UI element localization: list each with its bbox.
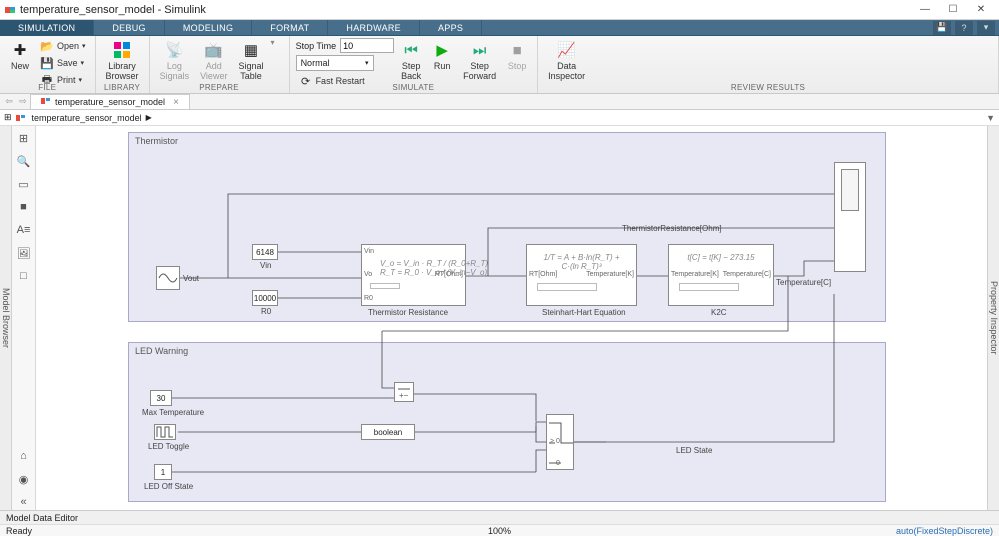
tab-apps[interactable]: APPS [420,20,482,35]
file-tab-bar: ⇦ ⇨ temperature_sensor_model × [0,94,999,110]
ribbon-collapse-icon[interactable]: ▾ [977,21,995,35]
signal-table-button[interactable]: ▦Signal Table [234,38,267,83]
zoom-icon[interactable]: 🔍 [16,153,32,169]
log-signals-icon: 📡 [164,40,184,60]
block-vin-constant[interactable]: 6148 [252,244,278,260]
model-canvas[interactable]: Thermistor LED Warning [36,126,987,510]
data-inspector-button[interactable]: 📈Data Inspector [544,38,589,83]
library-browser-button[interactable]: Library Browser [102,38,143,83]
canvas-toolbar: ⊞ 🔍 ▭ ■ A≡ 🖼 □ ⌂ ◉ « [12,126,36,510]
block-switch[interactable]: > 0 0 [546,414,574,470]
window-title: temperature_sensor_model - Simulink [20,4,206,16]
open-button[interactable]: 📂Open▾ [37,38,89,54]
tab-simulation[interactable]: SIMULATION [0,20,94,35]
status-zoom: 100% [488,526,511,536]
simulink-icon [4,4,16,16]
save-button[interactable]: 💾Save▾ [37,55,89,71]
block-steinhart-hart[interactable]: RT[Ohm] Temperature[K] 1/T = A + B·ln(R_… [526,244,637,306]
minimize-button[interactable]: — [911,1,939,19]
close-tab-icon[interactable]: × [173,97,179,108]
tab-next-icon[interactable]: ⇨ [16,96,30,107]
ribbon: ✚ New 📂Open▾ 💾Save▾ 🖶Print▾ FILE Library… [0,36,999,94]
add-viewer-button[interactable]: 📺Add Viewer [196,38,231,83]
signal-table-icon: ▦ [241,40,261,60]
expand-icon[interactable]: « [16,494,32,510]
zoom-fit-icon[interactable]: ⊞ [16,130,32,146]
stop-time-row: Stop Time [296,38,395,53]
property-inspector-sidebar[interactable]: Property Inspector [987,126,999,510]
ribbon-group-simulate: Stop Time Normal▾ ⟳Fast Restart ⏮Step Ba… [290,36,539,93]
work-area: Model Browser ⊞ 🔍 ▭ ■ A≡ 🖼 □ ⌂ ◉ « Therm… [0,126,999,510]
ribbon-group-library: Library Browser LIBRARY [96,36,150,93]
run-button[interactable]: ▶Run [428,38,456,73]
stop-time-input[interactable] [340,38,394,53]
svg-text:+−: +− [399,391,409,400]
model-icon [41,96,51,108]
library-icon [112,40,132,60]
close-button[interactable]: ✕ [967,1,995,19]
ribbon-group-prepare: 📡Log Signals 📺Add Viewer ▦Signal Table ▾… [150,36,290,93]
area-icon[interactable]: □ [16,268,32,284]
restore-icon[interactable]: ⌂ [16,448,32,464]
block-r0-constant[interactable]: 10000 [252,290,278,306]
breadcrumb-bar: ⊞ temperature_sensor_model ▶ ▼ [0,110,999,126]
title-bar: temperature_sensor_model - Simulink — ☐ … [0,0,999,20]
stop-button[interactable]: ■Stop [503,38,531,73]
step-fwd-icon: ⏭ [470,40,490,60]
new-icon: ✚ [10,40,30,60]
ribbon-group-file: ✚ New 📂Open▾ 💾Save▾ 🖶Print▾ FILE [0,36,96,93]
tab-format[interactable]: FORMAT [252,20,328,35]
new-button[interactable]: ✚ New [6,38,34,73]
status-mode[interactable]: auto(FixedStepDiscrete) [896,526,993,536]
annotate-icon[interactable]: ▭ [16,176,32,192]
block-compare[interactable]: +− [394,382,414,402]
area-led-warning[interactable]: LED Warning [128,342,886,502]
log-signals-button[interactable]: 📡Log Signals [156,38,194,83]
save-icon: 💾 [40,56,54,70]
block-boolean-convert[interactable]: boolean [361,424,415,440]
model-icon [16,112,28,124]
image-icon[interactable]: 🖼 [16,245,32,261]
annotate-full-icon[interactable]: ■ [16,199,32,215]
block-max-temperature[interactable]: 30 [150,390,172,406]
add-viewer-icon: 📺 [204,40,224,60]
mode-select[interactable]: Normal▾ [296,55,374,71]
block-led-off-state[interactable]: 1 [154,464,172,480]
tab-debug[interactable]: DEBUG [94,20,165,35]
model-data-editor-bar[interactable]: Model Data Editor [0,510,999,524]
block-thermistor-resistance[interactable]: Vin Vo R0 RT[Ohm] V_o = V_in · R_T / (R_… [361,244,466,306]
maximize-button[interactable]: ☐ [939,1,967,19]
breadcrumb[interactable]: temperature_sensor_model [32,113,142,123]
tab-hardware[interactable]: HARDWARE [328,20,420,35]
text-icon[interactable]: A≡ [16,222,32,238]
file-tab[interactable]: temperature_sensor_model × [30,94,190,109]
run-icon: ▶ [432,40,452,60]
crumb-toggle-icon[interactable]: ⊞ [4,112,12,123]
block-k2c[interactable]: Temperature[K] Temperature[C] t[C] = t[K… [668,244,774,306]
ribbon-save-icon[interactable]: 💾 [933,21,951,35]
step-forward-button[interactable]: ⏭Step Forward [459,38,500,83]
ribbon-help-icon[interactable]: ? [955,21,973,35]
open-icon: 📂 [40,39,54,53]
tab-modeling[interactable]: MODELING [165,20,252,35]
inspector-icon: 📈 [557,40,577,60]
model-browser-sidebar[interactable]: Model Browser [0,126,12,510]
block-led-toggle[interactable] [154,424,176,440]
tab-prev-icon[interactable]: ⇦ [2,96,16,107]
record-icon[interactable]: ◉ [16,471,32,487]
crumb-dropdown-icon[interactable]: ▼ [986,113,995,123]
step-back-icon: ⏮ [401,40,421,60]
step-back-button[interactable]: ⏮Step Back [397,38,425,83]
ribbon-tabs: SIMULATION DEBUG MODELING FORMAT HARDWAR… [0,20,999,36]
status-ready: Ready [6,526,32,536]
ribbon-group-review: 📈Data Inspector REVIEW RESULTS [538,36,999,93]
block-source-signal[interactable] [156,266,180,290]
status-bar: Ready 100% auto(FixedStepDiscrete) [0,524,999,536]
block-scope[interactable] [834,162,866,272]
stop-icon: ■ [507,40,527,60]
